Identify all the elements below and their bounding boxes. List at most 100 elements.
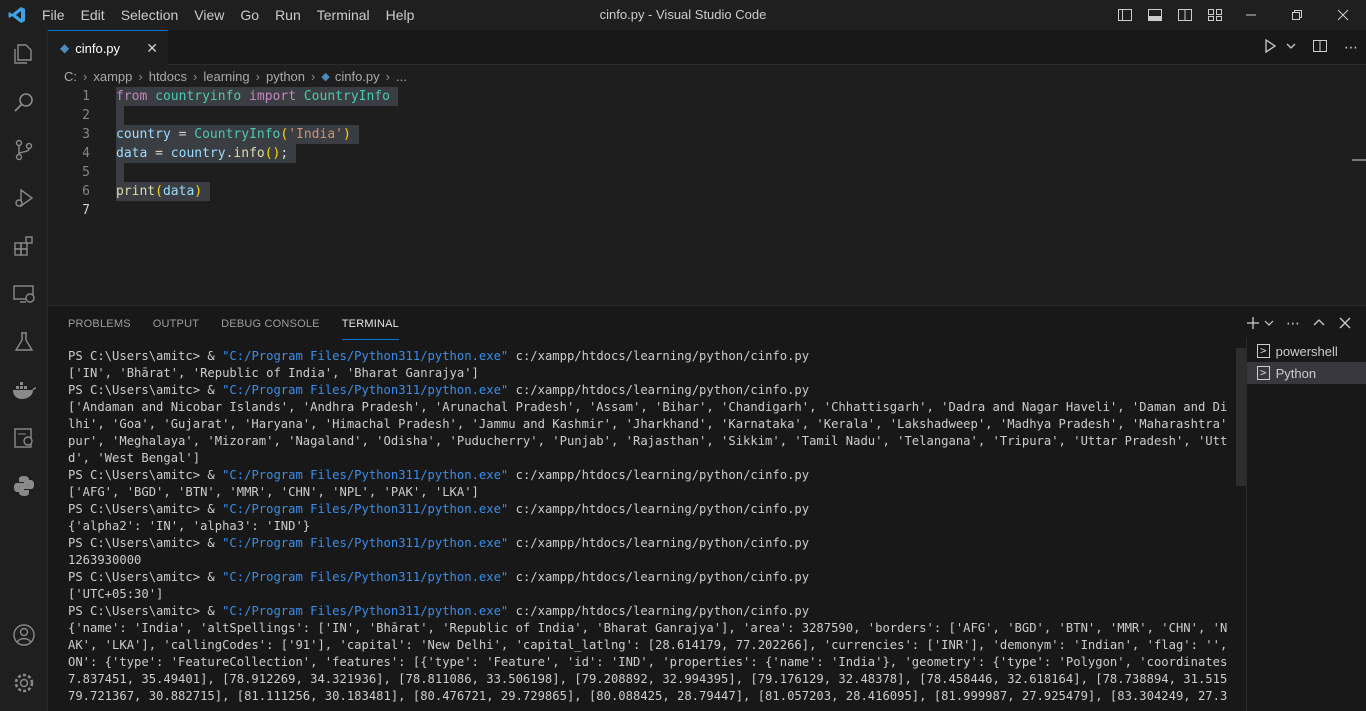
bracket: ) [194, 184, 203, 199]
editor-tabs: ◆ cinfo.py ✕ ⋯ [48, 30, 1366, 65]
tab-output[interactable]: OUTPUT [153, 316, 199, 340]
maximize-panel-icon[interactable] [1312, 315, 1326, 334]
terminal-output[interactable]: PS C:\Users\amitc> & "C:/Program Files/P… [68, 348, 1228, 711]
terminal-item-powershell[interactable]: > powershell [1247, 340, 1366, 362]
more-actions-icon[interactable]: ⋯ [1344, 40, 1358, 56]
terminal-script-path: c:/xampp/htdocs/learning/python/cinfo.py [508, 536, 810, 550]
line-content: from countryinfo import CountryInfo [116, 87, 398, 106]
manage-gear-icon[interactable] [0, 659, 48, 707]
terminal-script-path: c:/xampp/htdocs/learning/python/cinfo.py [508, 570, 810, 584]
chevron-down-icon[interactable] [1286, 38, 1296, 58]
class-name: CountryInfo [303, 89, 390, 104]
terminal-exe-path: "C:/Program Files/Python311/python.exe" [222, 604, 509, 618]
toggle-primary-sidebar-icon[interactable] [1112, 0, 1138, 30]
python-file-icon: ◆ [60, 41, 70, 55]
extensions-icon[interactable] [0, 222, 48, 270]
terminal-output-line: 7.837451, 35.49401], [78.912269, 34.3219… [68, 672, 1228, 686]
menu-file[interactable]: File [34, 0, 73, 30]
menu-help[interactable]: Help [378, 0, 423, 30]
docker-icon[interactable] [0, 366, 48, 414]
breadcrumb-symbols[interactable]: ... [396, 69, 407, 84]
panel-tabs: PROBLEMS OUTPUT DEBUG CONSOLE TERMINAL [68, 316, 399, 340]
terminal-prompt: PS C:\Users\amitc> & [68, 468, 223, 482]
line-number: 7 [82, 203, 90, 218]
vscode-logo-icon [0, 0, 34, 30]
function-name: info [233, 146, 265, 161]
chevron-down-icon[interactable] [1264, 315, 1274, 334]
terminal-output-line: ['IN', 'Bhārat', 'Republic of India', 'B… [68, 366, 479, 380]
terminal-output-line: 79.721367, 30.882715], [81.111256, 30.18… [68, 689, 1228, 703]
line-content: print(data) [116, 182, 210, 201]
terminal-output-line: ON': {'type': 'FeatureCollection', 'feat… [68, 655, 1228, 669]
source-control-icon[interactable] [0, 126, 48, 174]
chevron-right-icon: › [385, 68, 390, 84]
tab-terminal[interactable]: TERMINAL [341, 316, 399, 340]
close-tab-icon[interactable]: ✕ [146, 40, 158, 57]
line-content: data = country.info(); [116, 144, 297, 163]
function-name: print [116, 184, 156, 199]
line-content: country = CountryInfo('India') [116, 125, 359, 144]
menu-selection[interactable]: Selection [113, 0, 187, 30]
variable: data [116, 146, 148, 161]
terminal-command-line: PS C:\Users\amitc> & "C:/Program Files/P… [68, 467, 1228, 484]
terminal-command-line: PS C:\Users\amitc> & "C:/Program Files/P… [68, 501, 1228, 518]
tab-debug-console[interactable]: DEBUG CONSOLE [221, 316, 320, 340]
menu-edit[interactable]: Edit [73, 0, 113, 30]
breadcrumb-file[interactable]: cinfo.py [335, 69, 380, 84]
terminal-item-label: powershell [1275, 343, 1338, 359]
terminal-prompt: PS C:\Users\amitc> & [68, 383, 223, 397]
customize-layout-icon[interactable] [1202, 0, 1228, 30]
activity-bar [0, 30, 48, 711]
breadcrumb-learning[interactable]: learning [203, 69, 249, 84]
search-icon[interactable] [0, 78, 48, 126]
minimize-icon[interactable] [1228, 0, 1274, 30]
breadcrumb-python[interactable]: python [266, 69, 305, 84]
accounts-icon[interactable] [0, 611, 48, 659]
terminal-list: > powershell > Python [1246, 338, 1366, 711]
more-actions-icon[interactable]: ⋯ [1286, 316, 1300, 332]
run-python-file-icon[interactable] [1262, 38, 1278, 58]
breadcrumb-htdocs[interactable]: htdocs [149, 69, 187, 84]
remote-hub-icon[interactable] [0, 414, 48, 462]
split-editor-icon[interactable] [1312, 38, 1328, 58]
tab-cinfo-py[interactable]: ◆ cinfo.py ✕ [48, 30, 168, 65]
remote-explorer-icon[interactable] [0, 270, 48, 318]
title-bar: File Edit Selection View Go Run Terminal… [0, 0, 1366, 30]
restore-icon[interactable] [1274, 0, 1320, 30]
string: 'India' [288, 127, 343, 142]
code-line: 1 from countryinfo import CountryInfo [48, 87, 1348, 106]
menu-go[interactable]: Go [232, 0, 267, 30]
menu-terminal[interactable]: Terminal [309, 0, 378, 30]
explorer-icon[interactable] [0, 30, 48, 78]
toggle-panel-icon[interactable] [1142, 0, 1168, 30]
menu-run[interactable]: Run [267, 0, 309, 30]
python-icon[interactable] [0, 462, 48, 510]
module-name: countryinfo [155, 89, 242, 104]
code-line: 2 [48, 106, 1348, 125]
terminal-exe-path: "C:/Program Files/Python311/python.exe" [222, 383, 509, 397]
code-line: 7 [48, 201, 1348, 220]
run-debug-icon[interactable] [0, 174, 48, 222]
terminal-exe-path: "C:/Program Files/Python311/python.exe" [222, 349, 509, 363]
line-number: 6 [82, 184, 90, 199]
chevron-right-icon: › [83, 68, 88, 84]
minimap-slider[interactable] [1352, 159, 1366, 161]
close-panel-icon[interactable] [1338, 315, 1352, 334]
terminal-script-path: c:/xampp/htdocs/learning/python/cinfo.py [508, 468, 810, 482]
tab-problems[interactable]: PROBLEMS [68, 316, 131, 340]
chevron-right-icon: › [193, 68, 198, 84]
toggle-secondary-sidebar-icon[interactable] [1172, 0, 1198, 30]
tab-label: cinfo.py [75, 40, 121, 56]
breadcrumb-drive[interactable]: C: [64, 69, 77, 84]
terminal-scrollbar[interactable] [1236, 348, 1246, 486]
menu-view[interactable]: View [186, 0, 232, 30]
close-window-icon[interactable] [1320, 0, 1366, 30]
terminal-item-python[interactable]: > Python [1247, 362, 1366, 384]
new-terminal-icon[interactable] [1246, 315, 1260, 334]
testing-icon[interactable] [0, 318, 48, 366]
line-content [116, 163, 124, 182]
breadcrumb-xampp[interactable]: xampp [93, 69, 132, 84]
code-editor[interactable]: 1 from countryinfo import CountryInfo 2 … [48, 87, 1366, 305]
operator: = [170, 127, 195, 142]
layout-controls [1112, 0, 1228, 30]
